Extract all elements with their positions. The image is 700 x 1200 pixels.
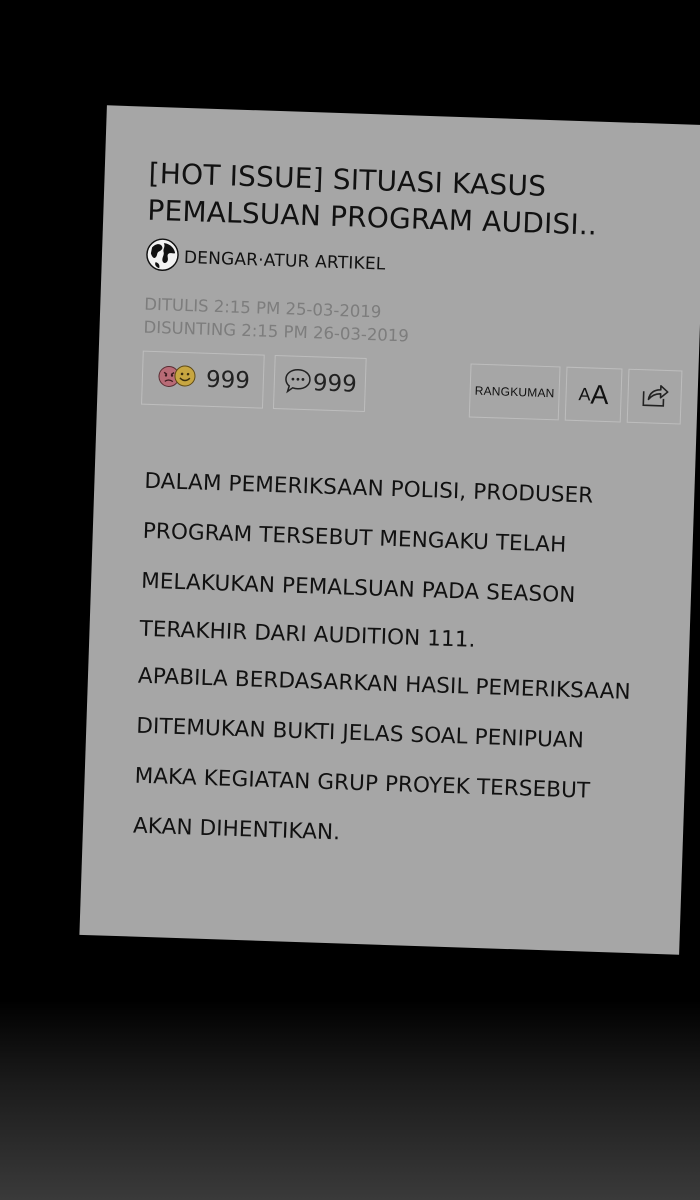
summary-button[interactable]: RANGKUMAN bbox=[468, 363, 561, 421]
share-button[interactable] bbox=[626, 368, 683, 425]
listen-settings-row[interactable]: DENGAR·ATUR ARTIKEL bbox=[145, 238, 666, 292]
article-title: [HOT ISSUE] SITUASI KASUS PEMALSUAN PROG… bbox=[147, 155, 669, 246]
font-big-letter: A bbox=[590, 378, 610, 410]
article-meta: DITULIS 2:15 PM 25-03-2019 DISUNTING 2:1… bbox=[143, 293, 664, 356]
emoji-reactions-icon bbox=[155, 362, 200, 396]
share-icon bbox=[639, 380, 670, 414]
comment-count: 999 bbox=[312, 370, 358, 398]
summary-label: RANGKUMAN bbox=[474, 383, 555, 401]
reaction-button[interactable]: 999 bbox=[141, 350, 265, 409]
article-toolbar: 999 999 RANGKUMAN A A bbox=[141, 350, 683, 432]
globe-icon bbox=[145, 238, 184, 277]
font-small-letter: A bbox=[578, 383, 591, 404]
article-body: DALAM PEMERIKSAAN POLISI, PRODUSER PROGR… bbox=[132, 457, 659, 869]
article-card: [HOT ISSUE] SITUASI KASUS PEMALSUAN PROG… bbox=[79, 105, 700, 955]
font-size-button[interactable]: A A bbox=[564, 366, 623, 423]
speech-bubble-icon bbox=[282, 366, 313, 400]
listen-settings-label: DENGAR·ATUR ARTIKEL bbox=[183, 247, 386, 275]
comment-button[interactable]: 999 bbox=[272, 354, 367, 413]
reaction-count: 999 bbox=[205, 366, 251, 395]
